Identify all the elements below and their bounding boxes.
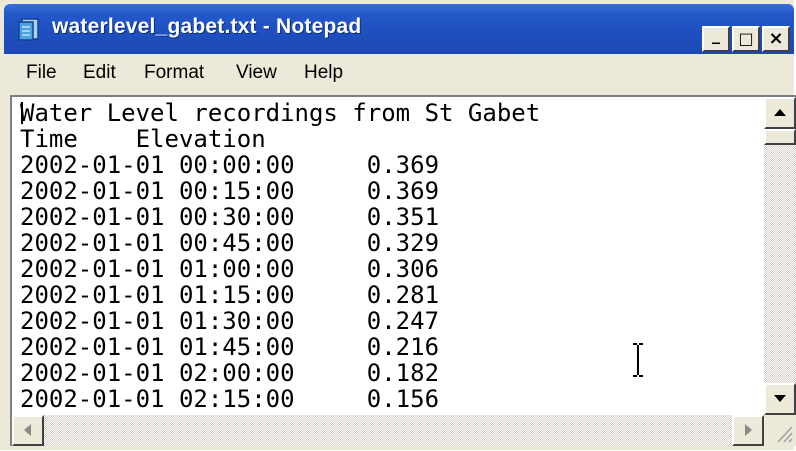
menu-edit[interactable]: Edit <box>83 62 116 84</box>
text-line: Water Level recordings from St Gabet <box>20 99 541 127</box>
menu-file[interactable]: File <box>26 62 57 84</box>
text-line: 2002-01-01 02:00:00 0.182 <box>20 359 440 387</box>
text-editor[interactable]: Water Level recordings from St Gabet Tim… <box>12 97 764 415</box>
arrow-up-icon <box>774 109 786 116</box>
notepad-icon <box>18 18 39 41</box>
text-line: 2002-01-01 00:00:00 0.369 <box>20 151 440 179</box>
close-icon: × <box>768 28 784 49</box>
text-line: 2002-01-01 01:45:00 0.216 <box>20 333 440 361</box>
title-bar[interactable]: waterlevel_gabet.txt - Notepad _ □ × <box>4 4 794 54</box>
vertical-scrollbar[interactable] <box>764 97 796 415</box>
menu-view[interactable]: View <box>236 62 277 84</box>
maximize-icon: □ <box>738 29 754 48</box>
scroll-down-button[interactable] <box>764 383 796 415</box>
text-line: 2002-01-01 01:15:00 0.281 <box>20 281 440 309</box>
arrow-down-icon <box>774 395 786 402</box>
notepad-window: waterlevel_gabet.txt - Notepad _ □ × Fil… <box>0 0 796 450</box>
text-line: Time Elevation <box>20 125 266 153</box>
scroll-thumb[interactable] <box>764 129 796 145</box>
arrow-left-icon <box>24 424 31 436</box>
menu-bar: File Edit Format View Help <box>4 56 794 92</box>
text-caret <box>21 102 23 124</box>
horizontal-scrollbar[interactable] <box>12 415 764 446</box>
arrow-right-icon <box>745 424 752 436</box>
minimize-button[interactable]: _ <box>702 25 730 52</box>
text-line: 2002-01-01 00:15:00 0.369 <box>20 177 440 205</box>
editor-frame: Water Level recordings from St Gabet Tim… <box>10 95 796 446</box>
menu-help[interactable]: Help <box>304 62 343 84</box>
close-button[interactable]: × <box>762 26 790 52</box>
scroll-left-button[interactable] <box>12 415 44 446</box>
ibeam-cursor-icon <box>633 343 643 377</box>
menu-format[interactable]: Format <box>144 62 204 84</box>
text-line: 2002-01-01 02:15:00 0.156 <box>20 385 440 413</box>
text-line: 2002-01-01 01:30:00 0.247 <box>20 307 440 335</box>
minimize-icon: _ <box>712 25 720 44</box>
scroll-right-button[interactable] <box>732 415 764 446</box>
maximize-button[interactable]: □ <box>732 26 760 52</box>
size-grip[interactable] <box>764 415 796 446</box>
window-title: waterlevel_gabet.txt - Notepad <box>52 15 362 38</box>
text-line: 2002-01-01 01:00:00 0.306 <box>20 255 440 283</box>
text-line: 2002-01-01 00:30:00 0.351 <box>20 203 440 231</box>
resize-grip-icon <box>777 426 793 443</box>
text-line: 2002-01-01 00:45:00 0.329 <box>20 229 440 257</box>
scroll-up-button[interactable] <box>764 97 796 129</box>
